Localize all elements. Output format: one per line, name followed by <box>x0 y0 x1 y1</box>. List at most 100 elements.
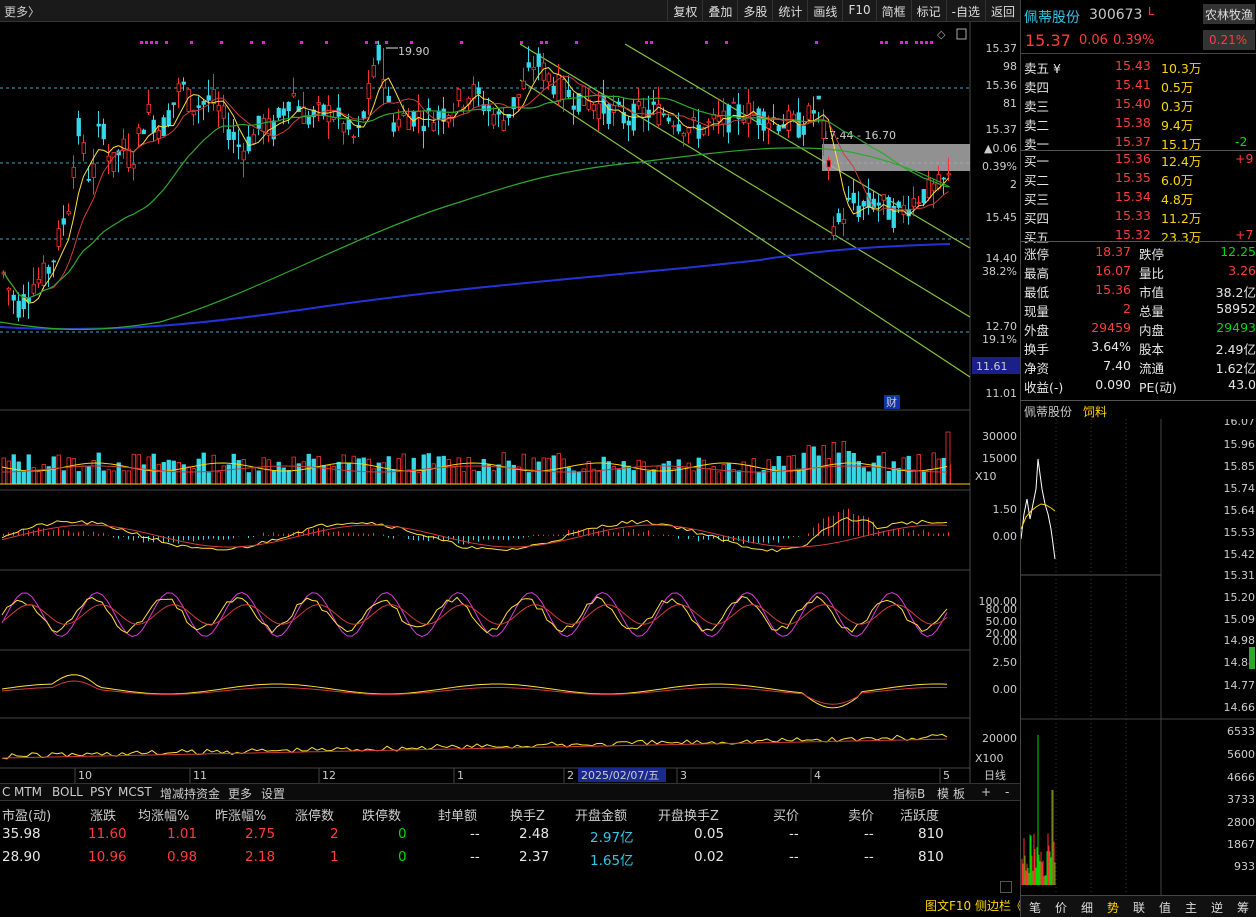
ask-level-5[interactable]: 卖五 ¥ 15.43 10.3万 <box>1021 58 1256 77</box>
bid-level-4[interactable]: 买四 15.33 11.2万 <box>1021 208 1256 227</box>
tab-more[interactable]: 更多 <box>228 785 252 802</box>
candle-body <box>431 122 436 132</box>
draw-line-button[interactable]: 画线 <box>807 0 842 22</box>
table-cell[interactable]: 35.98 <box>2 826 41 842</box>
col-seal-amount[interactable]: 封单额 <box>438 805 477 824</box>
col-activity[interactable]: 活跃度 <box>900 805 939 824</box>
mark-button[interactable]: 标记 <box>910 0 946 22</box>
intraday-tab[interactable]: 值 <box>1159 899 1171 916</box>
intraday-tab[interactable]: 主 <box>1185 899 1197 916</box>
table-cell[interactable]: 0 <box>398 849 407 865</box>
back-button[interactable]: 返回 <box>984 0 1020 22</box>
remove-watchlist-button[interactable]: -自选 <box>945 0 985 22</box>
zoom-in-button[interactable]: + <box>981 785 991 799</box>
table-cell[interactable]: -- <box>470 826 480 842</box>
intraday-tab[interactable]: 逆 <box>1211 899 1223 916</box>
col-ask[interactable]: 卖价 <box>848 805 874 824</box>
table-cell[interactable]: -- <box>789 826 799 842</box>
intraday-tab[interactable]: 笔 <box>1029 899 1041 916</box>
ask-level-2-price: 15.38 <box>1115 115 1151 130</box>
table-cell[interactable]: 1.01 <box>167 826 197 842</box>
table-cell[interactable]: 810 <box>918 849 944 865</box>
sector-badge[interactable]: 农林牧渔 <box>1203 4 1255 24</box>
intraday-tab[interactable]: 价 <box>1055 899 1067 916</box>
volume-bar <box>706 468 711 485</box>
intraday-tab[interactable]: 联 <box>1133 899 1145 916</box>
table-cell[interactable]: 0 <box>398 826 407 842</box>
table-cell[interactable]: 2.37 <box>519 849 549 865</box>
bid-level-2[interactable]: 买二 15.35 6.0万 <box>1021 170 1256 189</box>
table-cell[interactable]: 2.75 <box>245 826 275 842</box>
volume-bar <box>846 450 851 485</box>
table-cell[interactable]: -- <box>864 849 874 865</box>
tab-psy[interactable]: PSY <box>90 785 112 799</box>
table-cell[interactable]: -- <box>864 826 874 842</box>
col-pe[interactable]: 市盈(动) <box>2 805 51 824</box>
f10-button[interactable]: F10 <box>842 0 875 22</box>
table-cell[interactable]: 1.65亿 <box>590 849 634 869</box>
intraday-tab[interactable]: 细 <box>1081 899 1093 916</box>
zoom-out-button[interactable]: - <box>1005 785 1009 799</box>
tab-template[interactable]: 模 <box>937 785 949 802</box>
overlay-button[interactable]: 叠加 <box>702 0 737 22</box>
tab-c[interactable]: C <box>2 785 10 799</box>
multi-stock-button[interactable]: 多股 <box>737 0 772 22</box>
tab-indicator-b[interactable]: 指标B <box>893 785 925 802</box>
more-button[interactable]: 更多〉 <box>4 3 40 20</box>
table-cell[interactable]: 11.60 <box>88 826 127 842</box>
table-cell[interactable]: 810 <box>918 826 944 842</box>
kline-chart[interactable]: 17.44 - 16.7019.90财◇ 3000015000X10 1.500… <box>0 22 1020 783</box>
bid-level-1[interactable]: 买一 15.36 12.4万 +9 <box>1021 151 1256 170</box>
col-prev-rise[interactable]: 昨涨幅% <box>215 805 266 824</box>
fuquan-button[interactable]: 复权 <box>667 0 702 22</box>
table-cell[interactable]: 0.02 <box>694 849 724 865</box>
stats-button[interactable]: 统计 <box>772 0 807 22</box>
col-limit-up-count[interactable]: 涨停数 <box>295 805 334 824</box>
bid-level-3[interactable]: 买三 15.34 4.8万 <box>1021 189 1256 208</box>
col-change[interactable]: 涨跌 <box>90 805 116 824</box>
table-cell[interactable]: 10.96 <box>88 849 127 865</box>
stat-value: 58952 <box>1216 301 1256 316</box>
tab-holdings-funds[interactable]: 增减持资金 <box>160 785 220 802</box>
tab-mcst[interactable]: MCST <box>118 785 152 799</box>
tab-mtm[interactable]: MTM <box>14 785 42 799</box>
f10-sidebar-link[interactable]: 图文F10 侧边栏《 <box>925 897 1023 914</box>
col-avg-rise[interactable]: 均涨幅% <box>138 805 189 824</box>
scroll-corner[interactable] <box>1000 881 1012 893</box>
table-cell[interactable]: -- <box>470 849 480 865</box>
table-cell[interactable]: 0.98 <box>167 849 197 865</box>
intraday-price-label: 15.96 <box>1224 438 1256 451</box>
ask-level-2[interactable]: 卖二 15.38 9.4万 <box>1021 115 1256 134</box>
simple-frame-button[interactable]: 简框 <box>875 0 911 22</box>
volume-bar <box>436 456 441 485</box>
volume-bar <box>646 471 651 485</box>
table-cell[interactable]: 1 <box>330 849 339 865</box>
col-bid[interactable]: 买价 <box>773 805 799 824</box>
col-limit-down-count[interactable]: 跌停数 <box>362 805 401 824</box>
table-cell[interactable]: 2.48 <box>519 826 549 842</box>
col-open-amount[interactable]: 开盘金额 <box>575 805 627 824</box>
ask-level-4[interactable]: 卖四 15.41 0.5万 <box>1021 77 1256 96</box>
col-turnover[interactable]: 换手Z <box>510 805 545 824</box>
table-cell[interactable]: 2.97亿 <box>590 826 634 846</box>
table-cell[interactable]: 0.05 <box>694 826 724 842</box>
candle-body <box>941 177 946 180</box>
candle-body <box>176 83 181 93</box>
intraday-tag[interactable]: 饲料 <box>1083 403 1107 420</box>
intraday-tab[interactable]: 筹 <box>1237 899 1249 916</box>
ask-level-3[interactable]: 卖三 15.40 0.3万 <box>1021 96 1256 115</box>
col-open-turnover[interactable]: 开盘换手Z <box>658 805 719 824</box>
volume-bar <box>861 467 866 485</box>
candle-body <box>766 122 771 129</box>
table-cell[interactable]: 2 <box>330 826 339 842</box>
table-cell[interactable]: 28.90 <box>2 849 41 865</box>
intraday-tab[interactable]: 势 <box>1107 899 1119 916</box>
table-cell[interactable]: -- <box>789 849 799 865</box>
intraday-chart[interactable]: 16.07 15.96 15.85 15.74 15.64 15.53 15.42 15.31… <box>1021 419 1256 895</box>
tab-settings[interactable]: 设置 <box>261 785 285 802</box>
table-cell[interactable]: 2.18 <box>245 849 275 865</box>
volume-bar <box>221 465 226 485</box>
tab-board[interactable]: 板 <box>953 785 965 802</box>
tab-boll[interactable]: BOLL <box>52 785 83 799</box>
stat-value: 1.62亿 <box>1215 361 1256 376</box>
